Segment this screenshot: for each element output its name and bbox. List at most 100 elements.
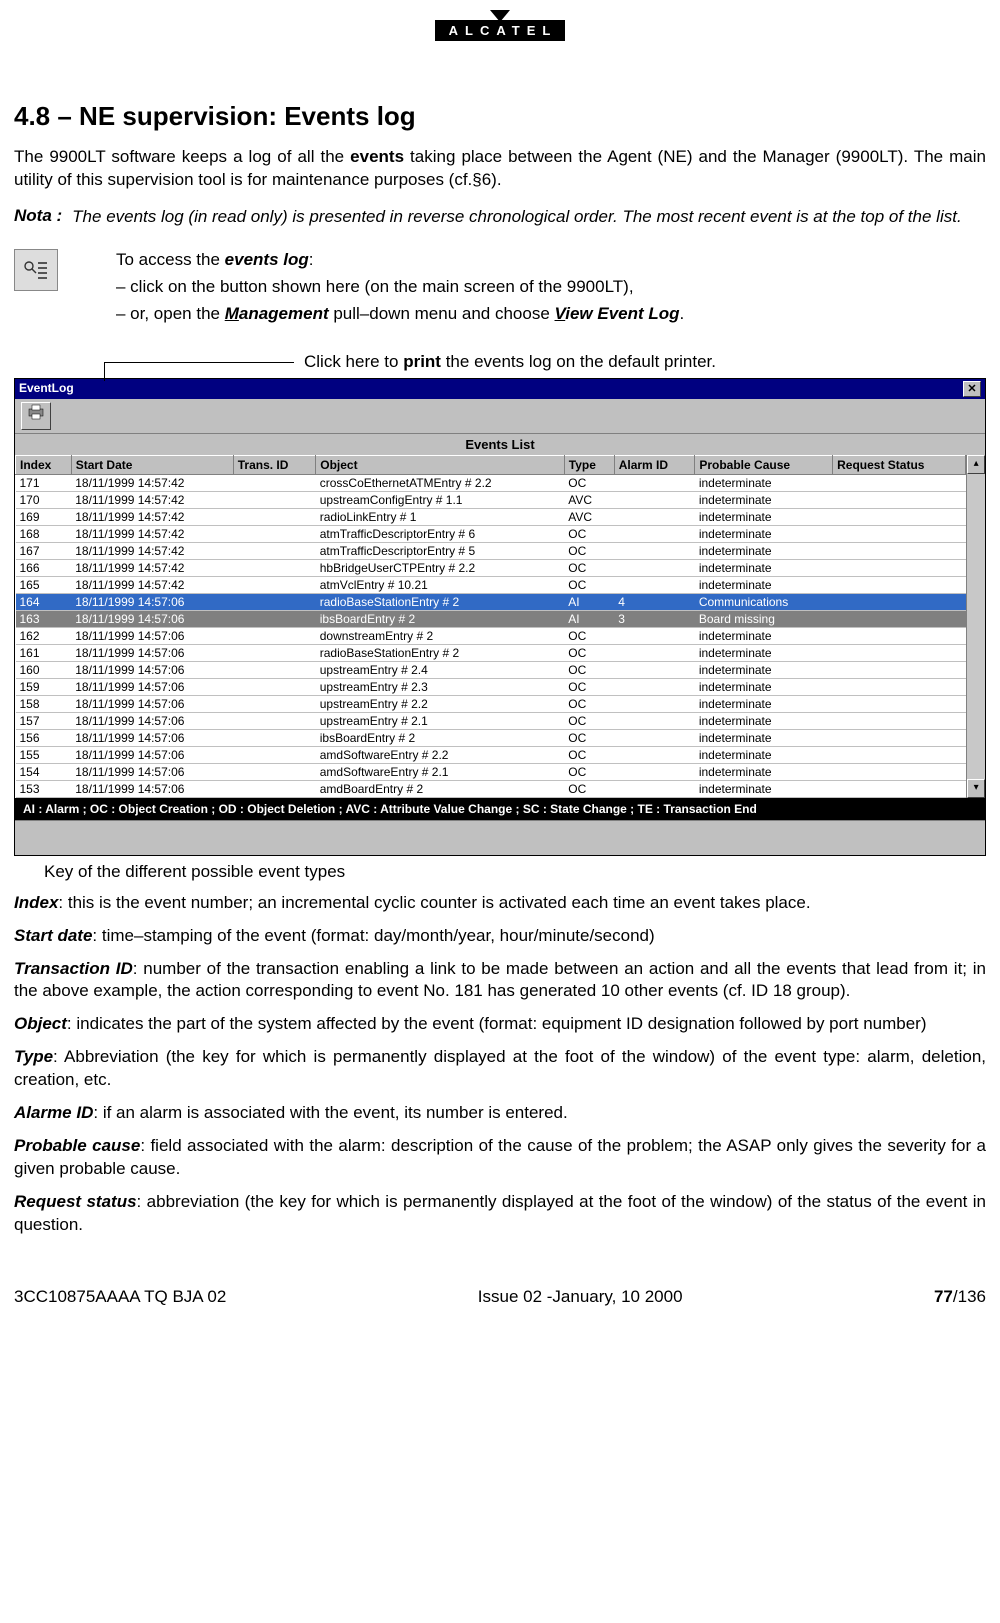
table-cell: indeterminate (695, 678, 833, 695)
table-cell: 160 (16, 661, 72, 678)
table-cell (233, 627, 315, 644)
table-row[interactable]: 16718/11/1999 14:57:42atmTrafficDescript… (16, 542, 966, 559)
table-cell (833, 559, 966, 576)
field-description: Index: this is the event number; an incr… (14, 892, 986, 915)
table-cell (233, 695, 315, 712)
table-row[interactable]: 17018/11/1999 14:57:42upstreamConfigEntr… (16, 491, 966, 508)
table-cell: 18/11/1999 14:57:06 (71, 678, 233, 695)
field-description: Alarme ID: if an alarm is associated wit… (14, 1102, 986, 1125)
table-cell (614, 474, 695, 491)
table-cell (833, 491, 966, 508)
table-cell: 163 (16, 610, 72, 627)
table-cell: OC (564, 525, 614, 542)
table-cell: 18/11/1999 14:57:06 (71, 780, 233, 797)
table-cell: amdSoftwareEntry # 2.1 (316, 763, 565, 780)
table-row[interactable]: 16518/11/1999 14:57:42atmVclEntry # 10.2… (16, 576, 966, 593)
column-header[interactable]: Request Status (833, 455, 966, 474)
events-table[interactable]: IndexStart DateTrans. IDObjectTypeAlarm … (15, 455, 966, 798)
column-header[interactable]: Object (316, 455, 565, 474)
table-row[interactable]: 15318/11/1999 14:57:06amdBoardEntry # 2O… (16, 780, 966, 797)
print-callout: Click here to print the events log on th… (14, 350, 986, 376)
table-cell: 18/11/1999 14:57:42 (71, 542, 233, 559)
field-description: Request status: abbreviation (the key fo… (14, 1191, 986, 1237)
column-header[interactable]: Start Date (71, 455, 233, 474)
table-cell: AI (564, 593, 614, 610)
window-titlebar[interactable]: EventLog ✕ (15, 379, 985, 399)
table-cell: indeterminate (695, 627, 833, 644)
table-row[interactable]: 15818/11/1999 14:57:06upstreamEntry # 2.… (16, 695, 966, 712)
table-cell: Board missing (695, 610, 833, 627)
scroll-up-icon[interactable]: ▴ (967, 455, 985, 474)
table-cell (614, 644, 695, 661)
table-cell: 18/11/1999 14:57:06 (71, 746, 233, 763)
table-row[interactable]: 15618/11/1999 14:57:06ibsBoardEntry # 2O… (16, 729, 966, 746)
table-row[interactable]: 16018/11/1999 14:57:06upstreamEntry # 2.… (16, 661, 966, 678)
table-row[interactable]: 16618/11/1999 14:57:42hbBridgeUserCTPEnt… (16, 559, 966, 576)
column-header[interactable]: Probable Cause (695, 455, 833, 474)
table-row[interactable]: 16818/11/1999 14:57:42atmTrafficDescript… (16, 525, 966, 542)
table-cell: 18/11/1999 14:57:06 (71, 695, 233, 712)
column-header[interactable]: Alarm ID (614, 455, 695, 474)
table-cell: 18/11/1999 14:57:42 (71, 525, 233, 542)
print-button[interactable] (21, 402, 51, 430)
table-cell (614, 780, 695, 797)
table-cell: OC (564, 559, 614, 576)
table-row[interactable]: 15418/11/1999 14:57:06amdSoftwareEntry #… (16, 763, 966, 780)
event-types-key: AI : Alarm ; OC : Object Creation ; OD :… (15, 798, 985, 820)
table-row[interactable]: 17118/11/1999 14:57:42crossCoEthernetATM… (16, 474, 966, 491)
table-row[interactable]: 15918/11/1999 14:57:06upstreamEntry # 2.… (16, 678, 966, 695)
scrollbar[interactable]: ▴ ▾ (966, 455, 985, 798)
table-row[interactable]: 15518/11/1999 14:57:06amdSoftwareEntry #… (16, 746, 966, 763)
table-cell: 162 (16, 627, 72, 644)
table-cell: 18/11/1999 14:57:06 (71, 593, 233, 610)
table-cell (833, 712, 966, 729)
table-cell: radioBaseStationEntry # 2 (316, 593, 565, 610)
table-row[interactable]: 16218/11/1999 14:57:06 downstreamEntry # … (16, 627, 966, 644)
table-cell (833, 610, 966, 627)
table-cell: 158 (16, 695, 72, 712)
table-cell: OC (564, 576, 614, 593)
column-header[interactable]: Index (16, 455, 72, 474)
table-row[interactable]: 16918/11/1999 14:57:42radioLinkEntry # 1… (16, 508, 966, 525)
table-cell: 171 (16, 474, 72, 491)
table-cell: indeterminate (695, 474, 833, 491)
table-cell: indeterminate (695, 576, 833, 593)
table-cell: indeterminate (695, 525, 833, 542)
table-cell: 18/11/1999 14:57:42 (71, 508, 233, 525)
table-row[interactable]: 16118/11/1999 14:57:06radioBaseStationEn… (16, 644, 966, 661)
table-cell (614, 491, 695, 508)
column-header[interactable]: Trans. ID (233, 455, 315, 474)
table-cell: OC (564, 729, 614, 746)
table-cell: upstreamConfigEntry # 1.1 (316, 491, 565, 508)
table-cell: atmTrafficDescriptorEntry # 6 (316, 525, 565, 542)
table-cell: 161 (16, 644, 72, 661)
table-cell (233, 542, 315, 559)
table-row[interactable]: 16318/11/1999 14:57:06ibsBoardEntry # 2A… (16, 610, 966, 627)
table-row[interactable]: 16418/11/1999 14:57:06radioBaseStationEn… (16, 593, 966, 610)
table-cell: 156 (16, 729, 72, 746)
table-cell: indeterminate (695, 712, 833, 729)
table-cell (233, 746, 315, 763)
table-cell (614, 525, 695, 542)
table-cell (833, 542, 966, 559)
page-footer: 3CC10875AAAA TQ BJA 02 Issue 02 -January… (14, 1287, 986, 1307)
table-cell: downstreamEntry # 2 (316, 627, 565, 644)
table-cell: 167 (16, 542, 72, 559)
close-icon[interactable]: ✕ (963, 381, 981, 397)
table-cell: OC (564, 746, 614, 763)
footer-doc-ref: 3CC10875AAAA TQ BJA 02 (14, 1287, 226, 1307)
table-cell: 18/11/1999 14:57:06 (71, 627, 233, 644)
table-cell: AVC (564, 508, 614, 525)
field-description: Object: indicates the part of the system… (14, 1013, 986, 1036)
table-cell: 170 (16, 491, 72, 508)
table-cell (833, 644, 966, 661)
table-cell (614, 678, 695, 695)
scroll-down-icon[interactable]: ▾ (967, 779, 985, 798)
table-cell: 165 (16, 576, 72, 593)
table-row[interactable]: 15718/11/1999 14:57:06upstreamEntry # 2.… (16, 712, 966, 729)
table-cell (833, 474, 966, 491)
brand-logo: ALCATEL (14, 20, 986, 41)
table-cell: 166 (16, 559, 72, 576)
table-cell: 155 (16, 746, 72, 763)
column-header[interactable]: Type (564, 455, 614, 474)
